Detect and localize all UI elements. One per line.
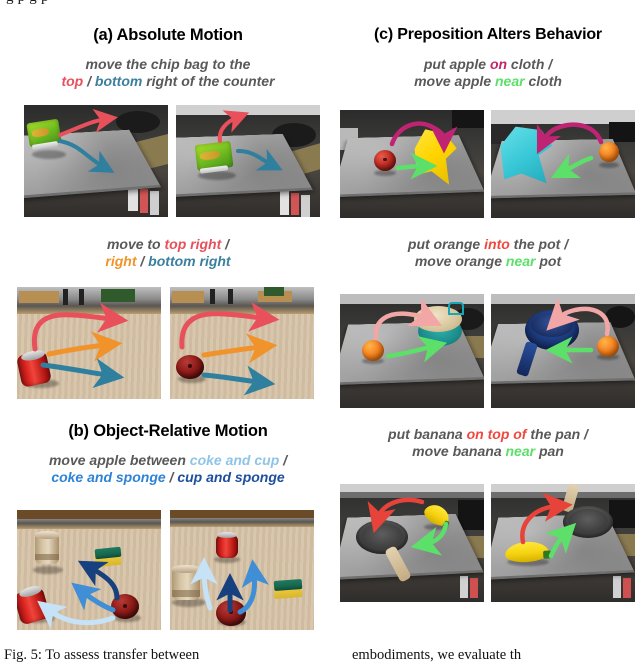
caption-span: put banana	[388, 426, 467, 442]
arrow-overlay	[389, 121, 458, 180]
caption-span: pan	[535, 443, 564, 459]
caption-span: /	[165, 469, 178, 485]
caption-span: move apple	[414, 73, 495, 89]
caption-span: the pan /	[526, 426, 588, 442]
section-b-caption-1: move apple between coke and cup / coke a…	[4, 452, 332, 486]
caption-span: pot	[535, 253, 562, 269]
arrow-overlay	[31, 302, 129, 388]
caption-span: move to	[106, 236, 165, 252]
caption-span: move orange	[414, 253, 506, 269]
caption-span: bottom	[94, 73, 143, 89]
caption-line: move the chip bag to the	[6, 56, 330, 73]
caption-span: coke and cup	[189, 452, 280, 468]
section-c-caption-1: put apple on cloth / move apple near clo…	[336, 56, 640, 90]
arrow-overlay	[58, 108, 118, 173]
caption-span: /	[83, 73, 95, 89]
section-b-title: (b) Object-Relative Motion	[68, 422, 268, 440]
caption-line: move orange near pot	[336, 253, 640, 270]
arrow-overlay	[367, 497, 449, 556]
arrow-overlay	[536, 122, 604, 179]
caption-span: right	[105, 253, 137, 269]
caption-span: cup and sponge	[177, 469, 285, 485]
caption-span: on top of	[466, 426, 527, 442]
caption-span: cloth /	[507, 56, 553, 72]
panel-apple-cyan-cloth	[491, 110, 635, 218]
caption-span: top right	[164, 236, 222, 252]
caption-span: top	[61, 73, 84, 89]
panel-apple-yellow-cloth	[340, 110, 484, 218]
caption-span: bottom right	[148, 253, 231, 269]
cutoff-text-top: g p g p	[0, 0, 640, 6]
caption-line: move apple between coke and cup /	[4, 452, 332, 469]
arrow-overlay	[217, 110, 283, 171]
caption-line: put orange into the pot /	[336, 236, 640, 253]
arrow-overlay	[545, 297, 610, 364]
caption-span: near	[505, 253, 536, 269]
panel-orange-pot-lid	[340, 294, 484, 408]
arrow-overlay	[190, 557, 270, 615]
figure-root: g p g p (a) Absolute Motion move the chi…	[0, 0, 640, 663]
caption-span: the pot /	[509, 236, 569, 252]
panel-chip-bag-counter-left	[24, 105, 168, 217]
arrow-overlay	[373, 297, 448, 363]
caption-span: /	[279, 452, 288, 468]
panel-coke-can-table	[17, 287, 161, 399]
caption-line: right / bottom right	[6, 253, 330, 270]
caption-span: put apple	[423, 56, 490, 72]
caption-line: move banana near pan	[336, 443, 640, 460]
section-a-caption-2: move to top right / right / bottom right	[6, 236, 330, 270]
caption-text: embodiments, we evaluate th	[352, 647, 522, 663]
arrow-overlay	[520, 492, 577, 559]
caption-line: put banana on top of the pan /	[336, 426, 640, 443]
panel-apple-between-left	[17, 510, 161, 630]
arrow-overlay	[179, 301, 280, 396]
caption-span: move apple between	[48, 452, 190, 468]
figure-caption-right: embodiments, we evaluate th	[352, 647, 521, 664]
panel-orange-blue-pot	[491, 294, 635, 408]
caption-span: near	[495, 73, 525, 89]
caption-line: top / bottom right of the counter	[6, 73, 330, 90]
caption-span: put orange	[407, 236, 485, 252]
caption-span: cloth	[524, 73, 562, 89]
section-c-title: (c) Preposition Alters Behavior	[374, 26, 602, 43]
panel-apple-between-right	[170, 510, 314, 630]
caption-line: put apple on cloth /	[336, 56, 640, 73]
caption-span: near	[505, 443, 536, 459]
caption-span: coke and sponge	[51, 469, 166, 485]
caption-line: move apple near cloth	[336, 73, 640, 90]
panel-banana-pan-right	[491, 484, 635, 602]
panel-chip-bag-counter-right	[176, 105, 320, 217]
caption-span: right of the counter	[142, 73, 275, 89]
panel-apple-table	[170, 287, 314, 399]
figure-caption-left: Fig. 5: To assess transfer between	[4, 647, 199, 664]
caption-text: Fig. 5: To assess transfer between	[4, 647, 200, 663]
caption-span: /	[136, 253, 149, 269]
caption-span: into	[484, 236, 510, 252]
caption-span: /	[221, 236, 230, 252]
panel-banana-pan-left	[340, 484, 484, 602]
caption-span: on	[489, 56, 508, 72]
caption-line: coke and sponge / cup and sponge	[4, 469, 332, 486]
section-a-caption-1: move the chip bag to the top / bottom ri…	[6, 56, 330, 90]
arrow-overlay	[37, 560, 120, 629]
caption-line: move to top right /	[6, 236, 330, 253]
section-a-title: (a) Absolute Motion	[93, 26, 243, 44]
section-c-caption-3: put banana on top of the pan / move bana…	[336, 426, 640, 460]
caption-span: move banana	[412, 443, 506, 459]
section-c-caption-2: put orange into the pot / move orange ne…	[336, 236, 640, 270]
caption-span: move the chip bag to the	[85, 56, 251, 72]
